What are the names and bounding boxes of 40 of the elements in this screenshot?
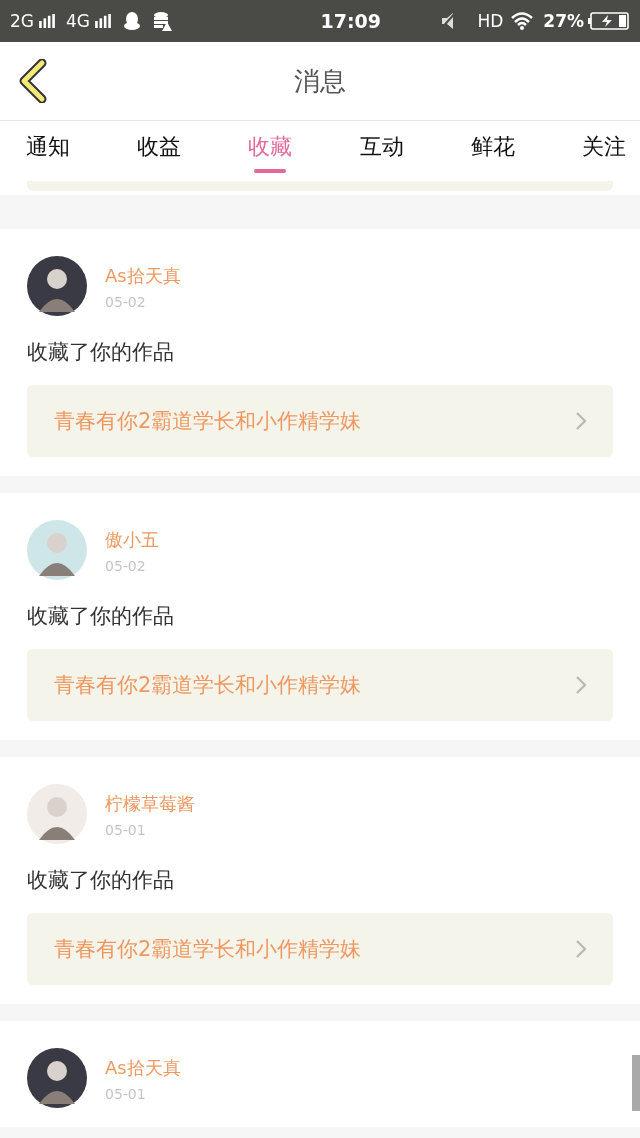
message-date: 05-01	[105, 822, 147, 838]
message-date: 05-02	[105, 294, 147, 310]
message-text: 收藏了你的作品	[27, 603, 175, 630]
user-name[interactable]: 傲小五	[105, 528, 159, 552]
tab[interactable]: 收藏	[248, 121, 293, 181]
tab[interactable]: 鲜花	[470, 121, 515, 181]
work-card[interactable]: 青春有你2霸道学长和小作精学妹	[27, 913, 613, 985]
tab[interactable]: 互动	[359, 121, 404, 181]
network-label: 4G	[66, 11, 90, 31]
work-title: 青春有你2霸道学长和小作精学妹	[54, 936, 362, 963]
chevron-right-icon	[575, 675, 587, 695]
page-title: 消息	[294, 64, 346, 98]
signal-icon	[38, 14, 56, 28]
battery-icon	[588, 11, 630, 31]
hd-label: HD	[477, 11, 504, 31]
scrollbar	[632, 1055, 640, 1111]
chevron-right-icon	[575, 939, 587, 959]
user-name[interactable]: As拾天真	[105, 264, 181, 288]
message-text: 收藏了你的作品	[27, 867, 175, 894]
battery-percent: 27%	[543, 11, 584, 31]
tab[interactable]: 关注	[581, 121, 626, 181]
user-name[interactable]: As拾天真	[105, 1056, 181, 1080]
tab[interactable]: 收益	[137, 121, 182, 181]
signal-icon	[94, 14, 112, 28]
user-name[interactable]: 柠檬草莓酱	[105, 792, 195, 816]
work-card[interactable]: 青春有你2霸道学长和小作精学妹	[27, 649, 613, 721]
back-icon[interactable]	[18, 59, 48, 103]
message-date: 05-01	[105, 1086, 147, 1102]
work-title: 青春有你2霸道学长和小作精学妹	[54, 672, 362, 699]
network-label: 2G	[10, 11, 34, 31]
work-title: 青春有你2霸道学长和小作精学妹	[54, 408, 362, 435]
chevron-right-icon	[575, 411, 587, 431]
avatar[interactable]	[27, 1048, 87, 1108]
database-icon	[152, 11, 172, 31]
clock: 17:09	[319, 10, 381, 32]
avatar[interactable]	[27, 256, 87, 316]
tab[interactable]: 通知	[26, 121, 70, 181]
message-date: 05-02	[105, 558, 147, 574]
message-text: 收藏了你的作品	[27, 339, 175, 366]
work-card[interactable]: 青春有你2霸道学长和小作精学妹	[27, 385, 613, 457]
